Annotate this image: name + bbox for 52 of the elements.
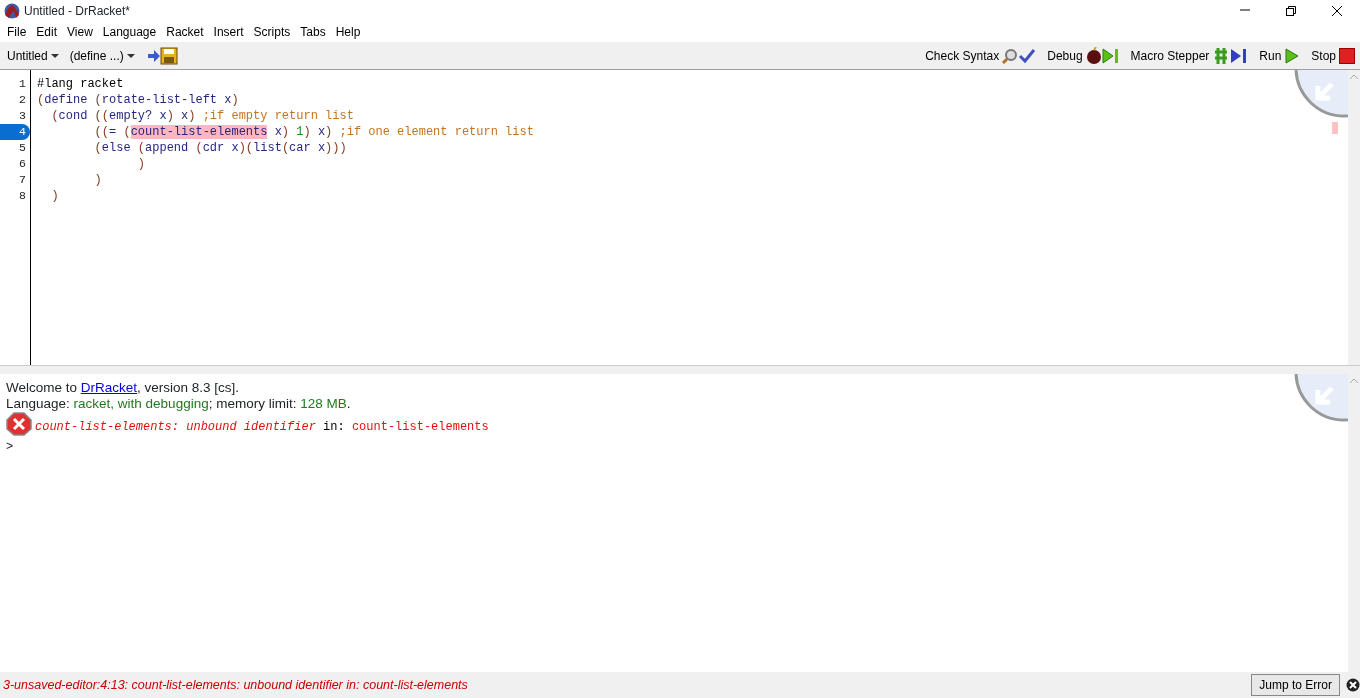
- magnifier-check-icon: [1002, 47, 1037, 64]
- racket-logo-icon: [4, 3, 20, 19]
- toolbar-button[interactable]: Run: [1256, 46, 1304, 65]
- code-line: ): [93, 172, 102, 188]
- line-number: 8: [18, 188, 27, 204]
- arrow-to-disk-icon[interactable]: [147, 46, 178, 65]
- code-line: (define (rotate-list-left x): [37, 92, 239, 108]
- menu-item[interactable]: View: [62, 23, 98, 41]
- jump-to-error-button[interactable]: Jump to Error: [1251, 674, 1340, 696]
- line-number: 5: [18, 140, 27, 156]
- define-dropdown[interactable]: (define ...): [66, 46, 138, 65]
- window-title: Untitled - DrRacket*: [24, 3, 132, 20]
- menu-item[interactable]: Racket: [161, 23, 209, 41]
- code-line: (else (append (cdr x)(list(car x))): [93, 140, 347, 156]
- caret-icon: [126, 52, 135, 59]
- code-line: ): [136, 156, 146, 172]
- menu-item[interactable]: Help: [330, 23, 366, 41]
- error-marker: [1332, 122, 1338, 134]
- toolbar-button[interactable]: Stop: [1308, 46, 1358, 65]
- file-dropdown[interactable]: Untitled: [4, 46, 62, 65]
- menu-item[interactable]: Edit: [31, 23, 63, 41]
- line-number: 2: [18, 92, 27, 108]
- error-message: count-list-elements: unbound identifier in: count-list-elements: [35, 419, 489, 436]
- hash-play-icon: [1212, 46, 1249, 65]
- menu-item[interactable]: Language: [97, 23, 162, 41]
- line-number: 6: [18, 156, 27, 172]
- error-icon: [6, 412, 32, 436]
- play-icon: [1284, 46, 1301, 65]
- toolbar-button[interactable]: Check Syntax: [922, 46, 1040, 65]
- close-icon[interactable]: [1346, 678, 1360, 692]
- caret-icon: [50, 52, 59, 59]
- menu-item[interactable]: Insert: [208, 23, 249, 41]
- stop-icon: [1339, 47, 1355, 64]
- prompt: >: [6, 439, 15, 456]
- toolbar-button[interactable]: Debug: [1044, 46, 1123, 65]
- language-text: Language: racket, with debugging; memory limit: 128 MB.: [6, 396, 352, 412]
- code-line: #lang racket: [37, 76, 124, 92]
- line-number: 1: [18, 76, 27, 92]
- code-line: (cond ((empty? x) x) ;if empty return list: [50, 108, 354, 124]
- menu-item[interactable]: File: [2, 23, 32, 41]
- restore-icon[interactable]: [1285, 5, 1297, 17]
- toolbar-button[interactable]: Macro Stepper: [1127, 46, 1252, 65]
- menu-item[interactable]: Scripts: [248, 23, 296, 41]
- line-number: 4: [0, 124, 30, 140]
- line-number: 7: [18, 172, 27, 188]
- bomb-play-icon: [1085, 46, 1120, 65]
- status-message: 3-unsaved-editor:4:13: count-list-elements: unbound identifier in: count-list-elements: [3, 676, 469, 694]
- menu-item[interactable]: Tabs: [295, 23, 331, 41]
- line-number: 3: [18, 108, 27, 124]
- code-line: ((= (count-list-elements x) 1) x) ;if one element return list: [93, 124, 534, 140]
- code-line: ): [50, 188, 59, 204]
- close-icon[interactable]: [1331, 5, 1343, 17]
